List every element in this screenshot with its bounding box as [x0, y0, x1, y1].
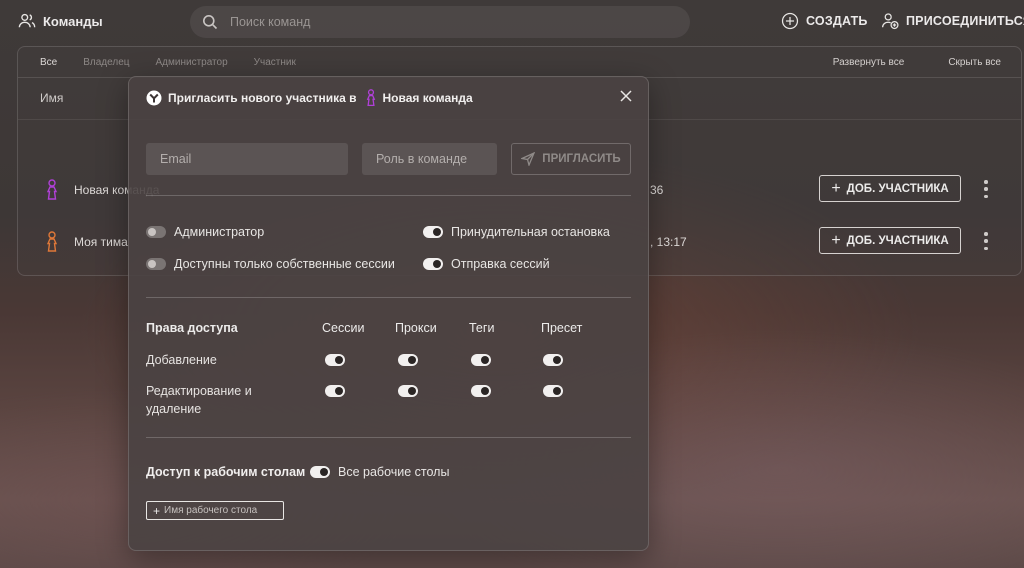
edit-proxy-toggle[interactable] — [398, 385, 418, 397]
add-member-button[interactable]: + ДОБ. УЧАСТНИКА — [819, 227, 961, 254]
divider — [146, 195, 631, 196]
search-input[interactable] — [230, 15, 650, 29]
permissions-column: Пресет — [541, 321, 583, 335]
invite-label: ПРИГЛАСИТЬ — [542, 153, 621, 165]
add-proxy-toggle[interactable] — [398, 354, 418, 366]
all-workspaces-option[interactable]: Все рабочие столы — [310, 465, 449, 479]
expand-all-link[interactable]: Развернуть все — [833, 57, 905, 68]
users-icon — [18, 13, 36, 28]
permissions-header: Права доступа — [146, 321, 238, 335]
filter-all[interactable]: Все — [40, 57, 57, 68]
edit-tags-toggle[interactable] — [471, 385, 491, 397]
invite-button[interactable]: ПРИГЛАСИТЬ — [511, 143, 631, 175]
plus-icon: + — [831, 179, 841, 197]
team-name: Моя тима — [74, 235, 128, 249]
permission-row-label: Добавление — [146, 353, 217, 367]
add-sessions-toggle[interactable] — [325, 354, 345, 366]
team-date: 36 — [650, 183, 664, 197]
option-label: Администратор — [174, 225, 265, 239]
search-icon — [203, 15, 218, 30]
create-label: СОЗДАТЬ — [806, 14, 868, 28]
collapse-all-link[interactable]: Скрыть все — [948, 57, 1001, 68]
force-stop-toggle[interactable] — [423, 226, 443, 238]
permissions-column: Прокси — [395, 321, 437, 335]
filter-admin[interactable]: Администратор — [156, 57, 228, 68]
email-field[interactable] — [146, 143, 348, 175]
workspace-name-field[interactable]: + — [146, 501, 284, 520]
person-icon — [46, 179, 58, 200]
join-button[interactable]: ПРИСОЕДИНИТЬСЯ — [881, 12, 1024, 30]
create-button[interactable]: СОЗДАТЬ — [781, 12, 868, 30]
dialog-title: Пригласить нового участника в Новая кома… — [146, 89, 473, 107]
app-logo-icon — [146, 90, 162, 106]
option-label: Отправка сессий — [451, 257, 550, 271]
edit-preset-toggle[interactable] — [543, 385, 563, 397]
user-add-icon — [881, 13, 899, 30]
add-member-button[interactable]: + ДОБ. УЧАСТНИКА — [819, 175, 961, 202]
dialog-team-name: Новая команда — [382, 91, 473, 105]
add-preset-toggle[interactable] — [543, 354, 563, 366]
add-tags-toggle[interactable] — [471, 354, 491, 366]
workspace-name-input[interactable] — [164, 505, 275, 516]
send-sessions-toggle[interactable] — [423, 258, 443, 270]
join-label: ПРИСОЕДИНИТЬСЯ — [906, 14, 1024, 28]
divider — [146, 437, 631, 438]
filter-owner[interactable]: Владелец — [83, 57, 129, 68]
plus-icon: + — [153, 503, 161, 518]
plus-circle-icon — [781, 12, 799, 30]
permission-row-label: Редактирование и удаление — [146, 384, 252, 416]
option-label: Доступны только собственные сессии — [174, 257, 395, 271]
dialog-title-text: Пригласить нового участника в — [168, 91, 357, 105]
edit-sessions-toggle[interactable] — [325, 385, 345, 397]
search-bar[interactable] — [190, 6, 690, 38]
own-sessions-toggle[interactable] — [146, 258, 166, 270]
role-filters: Все Владелец Администратор Участник — [40, 57, 296, 68]
add-member-label: ДОБ. УЧАСТНИКА — [846, 234, 949, 247]
person-icon — [367, 89, 376, 107]
send-icon — [521, 152, 536, 166]
admin-toggle[interactable] — [146, 226, 166, 238]
page-title: Команды — [43, 13, 103, 29]
option-label: Принудительная остановка — [451, 225, 610, 239]
team-date: , 13:17 — [650, 235, 687, 249]
all-workspaces-toggle[interactable] — [310, 466, 330, 478]
divider — [146, 297, 631, 298]
admin-option[interactable]: Администратор — [146, 225, 264, 239]
add-member-label: ДОБ. УЧАСТНИКА — [846, 182, 949, 195]
plus-icon: + — [831, 231, 841, 249]
filter-member[interactable]: Участник — [254, 57, 296, 68]
panel-links: Развернуть все Скрыть все — [833, 57, 1001, 68]
more-options-icon[interactable] — [982, 230, 990, 252]
send-sessions-option[interactable]: Отправка сессий — [423, 257, 550, 271]
close-icon[interactable] — [619, 89, 633, 103]
permissions-column: Сессии — [322, 321, 365, 335]
workspace-access-label: Доступ к рабочим столам — [146, 465, 306, 479]
permissions-column: Теги — [469, 321, 495, 335]
teams-nav[interactable]: Команды — [18, 12, 103, 30]
option-label: Все рабочие столы — [338, 465, 450, 479]
invite-member-dialog: Пригласить нового участника в Новая кома… — [128, 76, 649, 551]
force-stop-option[interactable]: Принудительная остановка — [423, 225, 610, 239]
column-header-name: Имя — [40, 91, 64, 105]
top-bar: Команды СОЗДАТЬ ПРИСОЕДИНИТЬСЯ — [0, 0, 1024, 44]
own-sessions-option[interactable]: Доступны только собственные сессии — [146, 257, 395, 271]
more-options-icon[interactable] — [982, 178, 990, 200]
role-field[interactable] — [362, 143, 497, 175]
person-icon — [46, 231, 58, 252]
